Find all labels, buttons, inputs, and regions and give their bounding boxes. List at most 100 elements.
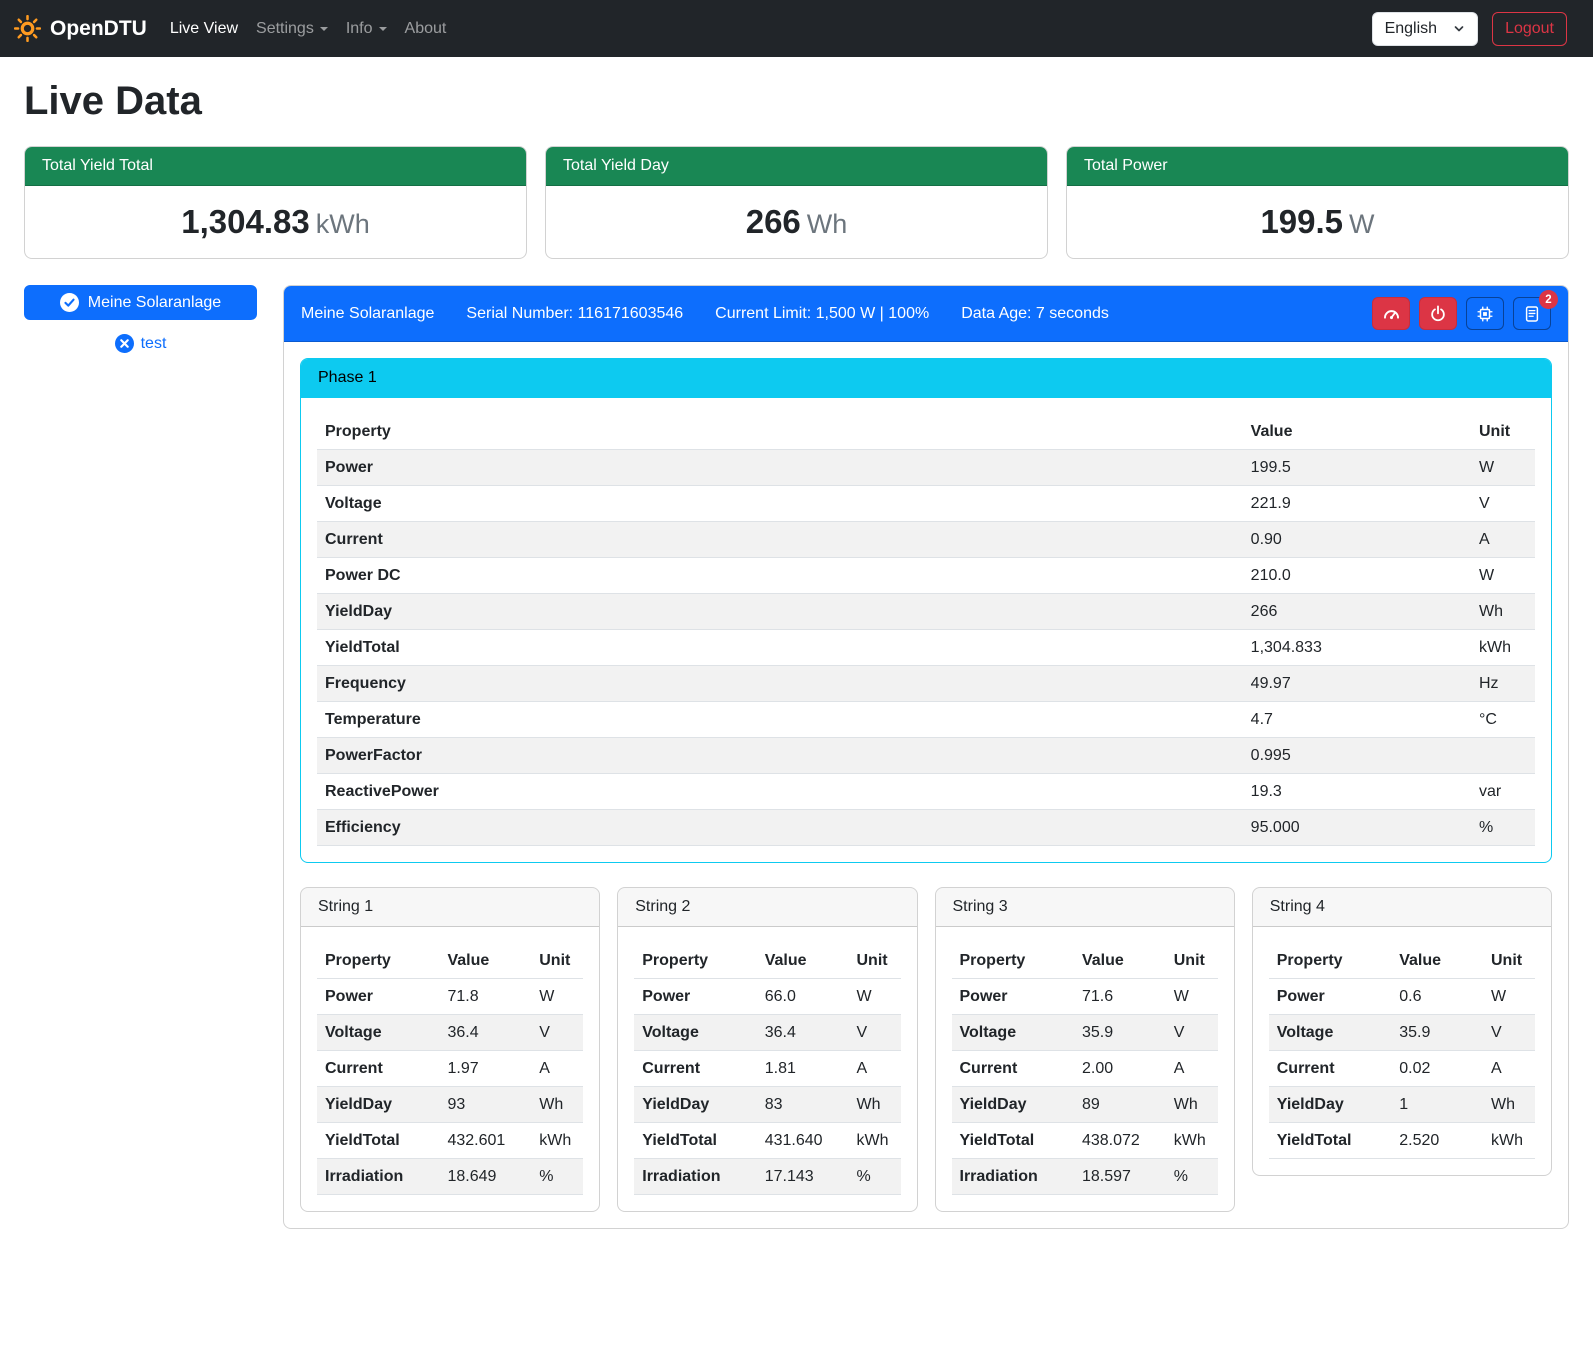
phase-panel: Phase 1 Property Value Unit Power199.5WV… bbox=[300, 358, 1552, 863]
value-cell: 432.601 bbox=[439, 1123, 531, 1159]
event-count-badge: 2 bbox=[1539, 290, 1558, 309]
value-cell: 35.9 bbox=[1391, 1015, 1483, 1051]
table-row: Current1.97A bbox=[317, 1051, 583, 1087]
summary-cards: Total Yield Total 1,304.83kWh Total Yiel… bbox=[24, 146, 1569, 259]
table-row: YieldDay1Wh bbox=[1269, 1087, 1535, 1123]
unit-cell: V bbox=[1471, 486, 1535, 522]
table-row: Voltage36.4V bbox=[317, 1015, 583, 1051]
table-row: YieldDay89Wh bbox=[952, 1087, 1218, 1123]
value-cell: 18.649 bbox=[439, 1159, 531, 1195]
table-row: Irradiation18.597% bbox=[952, 1159, 1218, 1195]
string-card-body: PropertyValueUnitPower71.6WVoltage35.9VC… bbox=[936, 927, 1234, 1211]
string-card-3: String 3PropertyValueUnitPower71.6WVolta… bbox=[935, 887, 1235, 1212]
x-circle-icon[interactable] bbox=[115, 334, 134, 353]
table-row: YieldDay93Wh bbox=[317, 1087, 583, 1123]
inverter-serial: Serial Number: 116171603546 bbox=[466, 305, 683, 323]
logout-button[interactable]: Logout bbox=[1492, 12, 1567, 46]
table-row: Power0.6W bbox=[1269, 979, 1535, 1015]
string-card-body: PropertyValueUnitPower0.6WVoltage35.9VCu… bbox=[1253, 927, 1551, 1175]
value-cell: 4.7 bbox=[1243, 702, 1471, 738]
unit-cell: Wh bbox=[531, 1087, 583, 1123]
unit-cell: V bbox=[1483, 1015, 1535, 1051]
value-cell: 0.995 bbox=[1243, 738, 1471, 774]
string-table: PropertyValueUnitPower0.6WVoltage35.9VCu… bbox=[1269, 943, 1535, 1159]
property-cell: Voltage bbox=[952, 1015, 1074, 1051]
inverter-card-header: Meine Solaranlage Serial Number: 1161716… bbox=[284, 286, 1568, 342]
table-row: Current2.00A bbox=[952, 1051, 1218, 1087]
string-table: PropertyValueUnitPower71.6WVoltage35.9VC… bbox=[952, 943, 1218, 1195]
nav-live-view[interactable]: Live View bbox=[161, 12, 247, 46]
language-select[interactable]: English bbox=[1372, 12, 1478, 46]
unit-cell: A bbox=[849, 1051, 901, 1087]
table-row: Current0.90A bbox=[317, 522, 1535, 558]
device-info-button[interactable] bbox=[1466, 297, 1504, 330]
caret-down-icon bbox=[379, 27, 387, 31]
table-row: YieldDay266Wh bbox=[317, 594, 1535, 630]
string-table-body: Power0.6WVoltage35.9VCurrent0.02AYieldDa… bbox=[1269, 979, 1535, 1159]
table-row: Power199.5W bbox=[317, 450, 1535, 486]
unit-cell: kWh bbox=[1483, 1123, 1535, 1159]
value-cell: 0.90 bbox=[1243, 522, 1471, 558]
inverter-card: Meine Solaranlage Serial Number: 1161716… bbox=[283, 285, 1569, 1229]
unit-cell: % bbox=[531, 1159, 583, 1195]
chevron-down-icon bbox=[1453, 23, 1465, 35]
summary-unit: Wh bbox=[807, 209, 848, 239]
property-cell: YieldTotal bbox=[317, 630, 1243, 666]
inverter-header-buttons: 2 bbox=[1372, 297, 1551, 330]
table-row: YieldDay83Wh bbox=[634, 1087, 900, 1123]
property-cell: YieldDay bbox=[317, 594, 1243, 630]
unit-cell: A bbox=[1483, 1051, 1535, 1087]
value-cell: 66.0 bbox=[757, 979, 849, 1015]
table-row: Voltage35.9V bbox=[952, 1015, 1218, 1051]
inverter-limit: Current Limit: 1,500 W | 100% bbox=[715, 305, 929, 323]
unit-cell: A bbox=[1166, 1051, 1218, 1087]
column-header-property: Property bbox=[317, 943, 439, 979]
value-cell: 2.00 bbox=[1074, 1051, 1166, 1087]
nav-settings[interactable]: Settings bbox=[247, 12, 337, 46]
summary-card-body: 1,304.83kWh bbox=[25, 186, 526, 258]
table-row: YieldTotal1,304.833kWh bbox=[317, 630, 1535, 666]
string-card-title: String 2 bbox=[618, 888, 916, 927]
table-row: ReactivePower19.3var bbox=[317, 774, 1535, 810]
value-cell: 83 bbox=[757, 1087, 849, 1123]
column-header-value: Value bbox=[1243, 414, 1471, 450]
brand[interactable]: OpenDTU bbox=[14, 15, 147, 42]
limit-settings-button[interactable] bbox=[1372, 297, 1410, 330]
nav-settings-label: Settings bbox=[256, 20, 314, 37]
brand-label: OpenDTU bbox=[50, 17, 147, 41]
power-toggle-button[interactable] bbox=[1419, 297, 1457, 330]
string-card-body: PropertyValueUnitPower66.0WVoltage36.4VC… bbox=[618, 927, 916, 1211]
summary-value: 199.5 bbox=[1260, 203, 1343, 240]
string-table-body: Power66.0WVoltage36.4VCurrent1.81AYieldD… bbox=[634, 979, 900, 1195]
value-cell: 2.520 bbox=[1391, 1123, 1483, 1159]
property-cell: Power bbox=[317, 979, 439, 1015]
value-cell: 71.8 bbox=[439, 979, 531, 1015]
value-cell: 266 bbox=[1243, 594, 1471, 630]
unit-cell: W bbox=[1471, 558, 1535, 594]
inverter-select-button[interactable]: Meine Solaranlage bbox=[24, 285, 257, 320]
table-row: Efficiency95.000% bbox=[317, 810, 1535, 846]
table-row: Irradiation17.143% bbox=[634, 1159, 900, 1195]
column-header-property: Property bbox=[1269, 943, 1391, 979]
sidebar-item-test[interactable]: test bbox=[24, 334, 257, 353]
summary-card-total-yield-day: Total Yield Day 266Wh bbox=[545, 146, 1048, 259]
nav-info[interactable]: Info bbox=[337, 12, 396, 46]
inverter-card-body: Phase 1 Property Value Unit Power199.5WV… bbox=[284, 342, 1568, 1228]
inverter-data-age: Data Age: 7 seconds bbox=[961, 305, 1109, 323]
phase-panel-title: Phase 1 bbox=[301, 359, 1551, 398]
property-cell: Current bbox=[634, 1051, 756, 1087]
property-cell: Temperature bbox=[317, 702, 1243, 738]
summary-card-title: Total Yield Total bbox=[25, 147, 526, 186]
table-row: Power71.8W bbox=[317, 979, 583, 1015]
summary-card-title: Total Power bbox=[1067, 147, 1568, 186]
unit-cell: W bbox=[1166, 979, 1218, 1015]
property-cell: YieldDay bbox=[634, 1087, 756, 1123]
phase-table: Property Value Unit Power199.5WVoltage22… bbox=[317, 414, 1535, 846]
table-row: Power66.0W bbox=[634, 979, 900, 1015]
value-cell: 221.9 bbox=[1243, 486, 1471, 522]
table-row: YieldTotal438.072kWh bbox=[952, 1123, 1218, 1159]
nav-about[interactable]: About bbox=[396, 12, 456, 46]
event-log-button[interactable]: 2 bbox=[1513, 297, 1551, 330]
navbar-right: English Logout bbox=[1372, 12, 1579, 46]
unit-cell: % bbox=[1166, 1159, 1218, 1195]
